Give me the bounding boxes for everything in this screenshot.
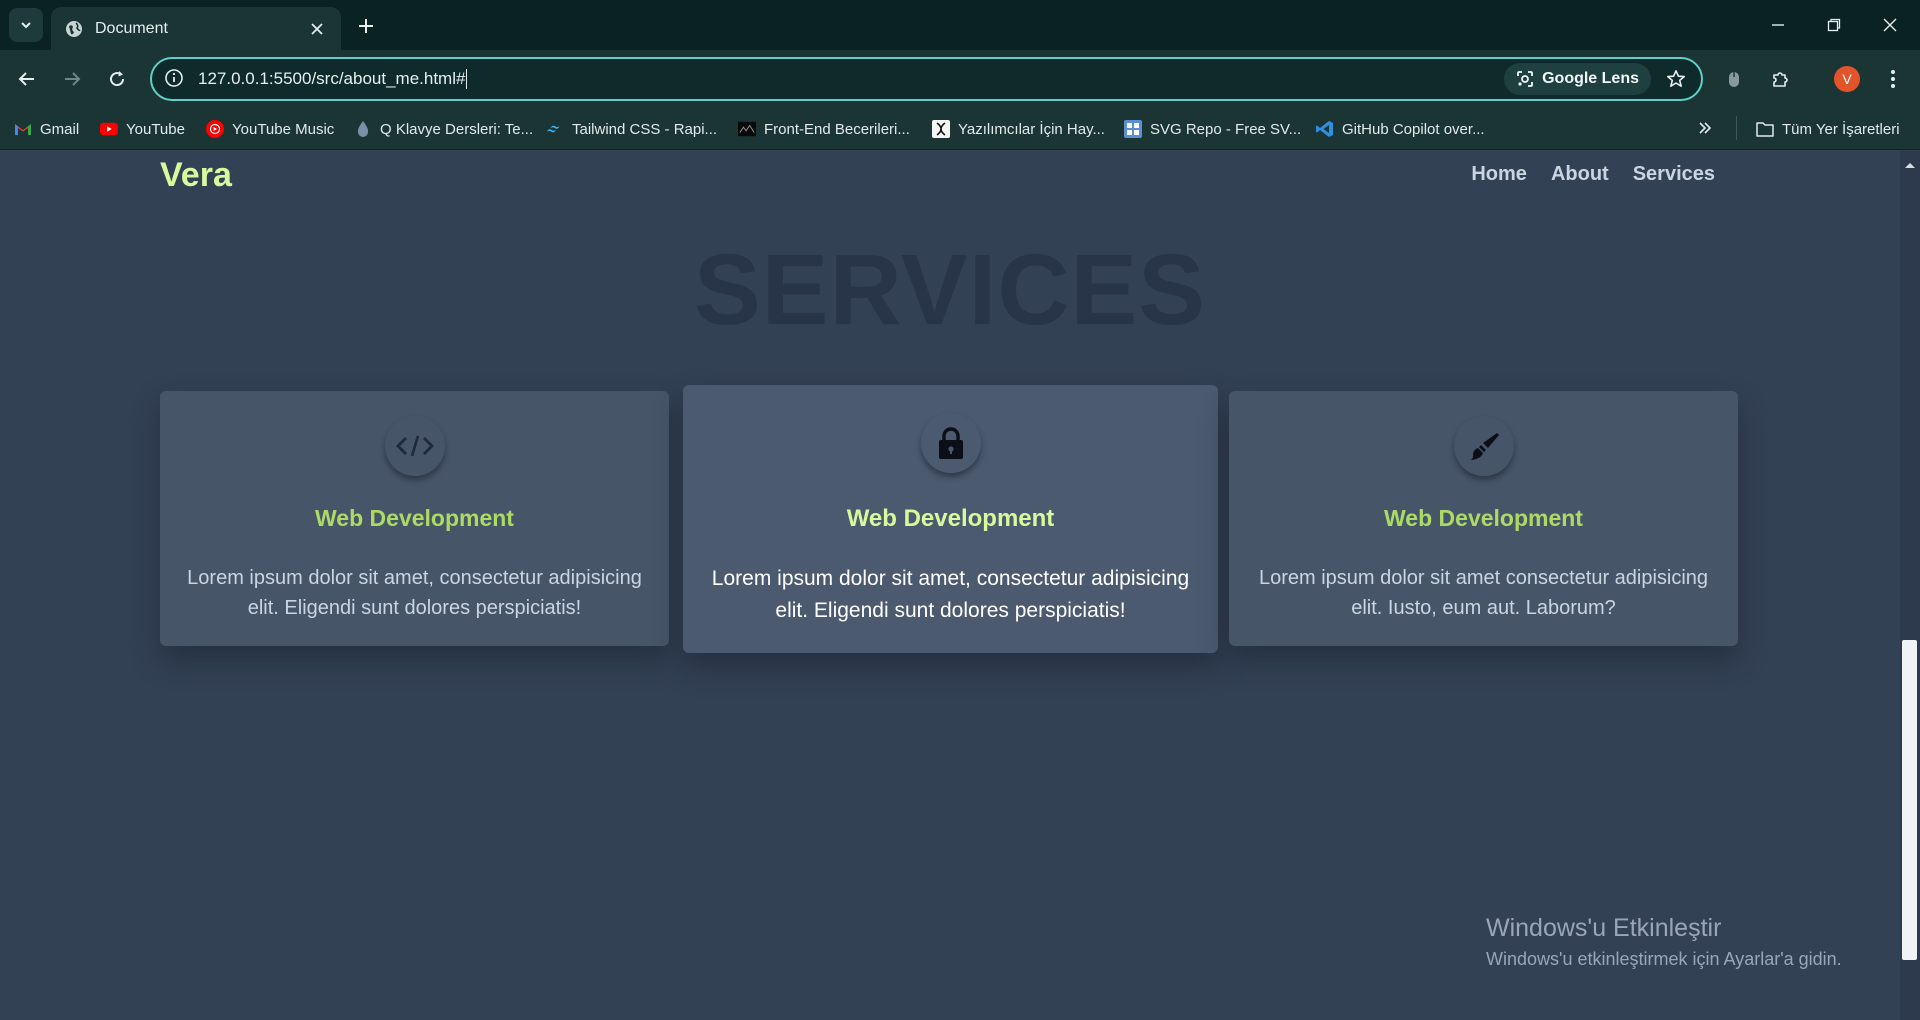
bookmark-star-button[interactable]	[1659, 62, 1693, 96]
tailwind-icon	[546, 120, 564, 138]
service-card: Web Development Lorem ipsum dolor sit am…	[160, 391, 669, 646]
url-text[interactable]: 127.0.0.1:5500/src/about_me.html#	[198, 69, 1504, 90]
chevron-down-icon	[21, 22, 31, 29]
minimize-icon	[1772, 24, 1784, 26]
dna-icon	[932, 120, 950, 138]
service-card-text: Lorem ipsum dolor sit amet consectetur a…	[1258, 567, 1709, 619]
close-window-button[interactable]	[1862, 0, 1918, 50]
folder-icon	[1756, 120, 1774, 138]
site-nav: Home About Services	[1471, 163, 1715, 186]
windows-activation-watermark: Windows'u Etkinleştir Windows'u etkinleş…	[1486, 914, 1842, 970]
new-tab-button[interactable]	[352, 12, 380, 40]
mouse-icon	[1729, 72, 1739, 87]
restore-button[interactable]	[1806, 0, 1862, 50]
page-viewport: Vera Home About Services SERVICES Web De…	[0, 151, 1900, 1020]
bookmark-youtube[interactable]: YouTube	[100, 118, 185, 140]
puzzle-icon	[1773, 72, 1788, 87]
bookmark-q-klavye[interactable]: Q Klavye Dersleri: Te...	[354, 118, 533, 140]
bookmark-yazilimcilar[interactable]: Yazılımcılar İçin Hay...	[932, 118, 1105, 140]
arrow-left-icon	[18, 72, 34, 86]
frontend-icon	[738, 120, 756, 138]
services-heading: SERVICES	[694, 234, 1206, 346]
close-tab-icon[interactable]	[307, 19, 327, 39]
camera-lens-icon	[1517, 71, 1533, 87]
bookmark-frontend[interactable]: Front-End Becerileri...	[738, 118, 910, 140]
service-card-text: Lorem ipsum dolor sit amet, consectetur …	[711, 567, 1190, 622]
restore-icon	[1827, 18, 1841, 32]
scroll-up-arrow-icon[interactable]	[1904, 156, 1916, 174]
gmail-icon	[14, 120, 32, 138]
google-lens-button[interactable]: Google Lens	[1504, 63, 1651, 95]
site-info-icon[interactable]	[164, 68, 186, 90]
tab-title: Document	[95, 19, 168, 37]
bookmark-svg-repo[interactable]: SVG Repo - Free SV...	[1124, 118, 1301, 140]
service-card-text: Lorem ipsum dolor sit amet, consectetur …	[187, 567, 642, 619]
scrollbar-thumb[interactable]	[1902, 640, 1917, 960]
back-button[interactable]	[10, 62, 44, 96]
service-card-title: Web Development	[315, 505, 514, 531]
bookmarks-overflow-button[interactable]	[1698, 118, 1712, 140]
extension-mouse-button[interactable]	[1717, 62, 1751, 96]
globe-icon	[65, 20, 83, 38]
bookmark-tailwind[interactable]: Tailwind CSS - Rapi...	[546, 118, 717, 140]
reload-button[interactable]	[100, 62, 134, 96]
all-bookmarks-folder[interactable]: Tüm Yer İşaretleri	[1756, 118, 1900, 140]
service-card: Web Development Lorem ipsum dolor sit am…	[683, 385, 1218, 653]
double-chevron-right-icon	[1698, 121, 1712, 138]
watermark-subtitle: Windows'u etkinleştirmek için Ayarlar'a …	[1486, 949, 1842, 969]
code-icon	[384, 416, 445, 476]
service-card-title: Web Development	[1384, 505, 1583, 531]
minimize-button[interactable]	[1750, 0, 1806, 50]
lock-icon	[920, 413, 981, 473]
reload-icon	[110, 71, 125, 87]
brush-icon	[1453, 416, 1514, 476]
nav-about-link[interactable]: About	[1551, 163, 1609, 186]
browser-tab[interactable]: Document	[51, 7, 341, 50]
arrow-right-icon	[65, 72, 81, 86]
youtube-icon	[100, 120, 118, 138]
nav-home-link[interactable]: Home	[1471, 163, 1527, 186]
browser-toolbar: 127.0.0.1:5500/src/about_me.html# Google…	[0, 50, 1920, 108]
star-icon	[1667, 70, 1685, 87]
drop-icon	[354, 120, 372, 138]
bookmark-gmail[interactable]: Gmail	[14, 118, 79, 140]
close-icon	[1883, 18, 1897, 32]
nav-services-link[interactable]: Services	[1633, 163, 1715, 186]
bookmark-youtube-music[interactable]: YouTube Music	[206, 118, 334, 140]
tab-search-button[interactable]	[9, 8, 43, 42]
service-card-title: Web Development	[846, 505, 1055, 532]
plus-icon	[359, 19, 373, 33]
extensions-button[interactable]	[1764, 62, 1798, 96]
profile-avatar[interactable]: V	[1834, 66, 1860, 92]
forward-button[interactable]	[55, 62, 89, 96]
more-menu-button[interactable]	[1876, 62, 1910, 96]
bookmarks-divider	[1736, 116, 1737, 140]
site-logo[interactable]: Vera	[160, 156, 232, 195]
vscode-icon	[1316, 120, 1334, 138]
svgrepo-icon	[1124, 120, 1142, 138]
youtube-music-icon	[206, 120, 224, 138]
kebab-menu-icon	[1891, 70, 1895, 88]
google-lens-label: Google Lens	[1542, 70, 1639, 87]
tab-strip: Document	[0, 0, 1920, 50]
service-card: Web Development Lorem ipsum dolor sit am…	[1229, 391, 1738, 646]
text-caret	[466, 69, 468, 90]
watermark-title: Windows'u Etkinleştir	[1486, 914, 1722, 942]
bookmark-github-copilot[interactable]: GitHub Copilot over...	[1316, 118, 1485, 140]
address-bar[interactable]: 127.0.0.1:5500/src/about_me.html# Google…	[150, 57, 1703, 101]
